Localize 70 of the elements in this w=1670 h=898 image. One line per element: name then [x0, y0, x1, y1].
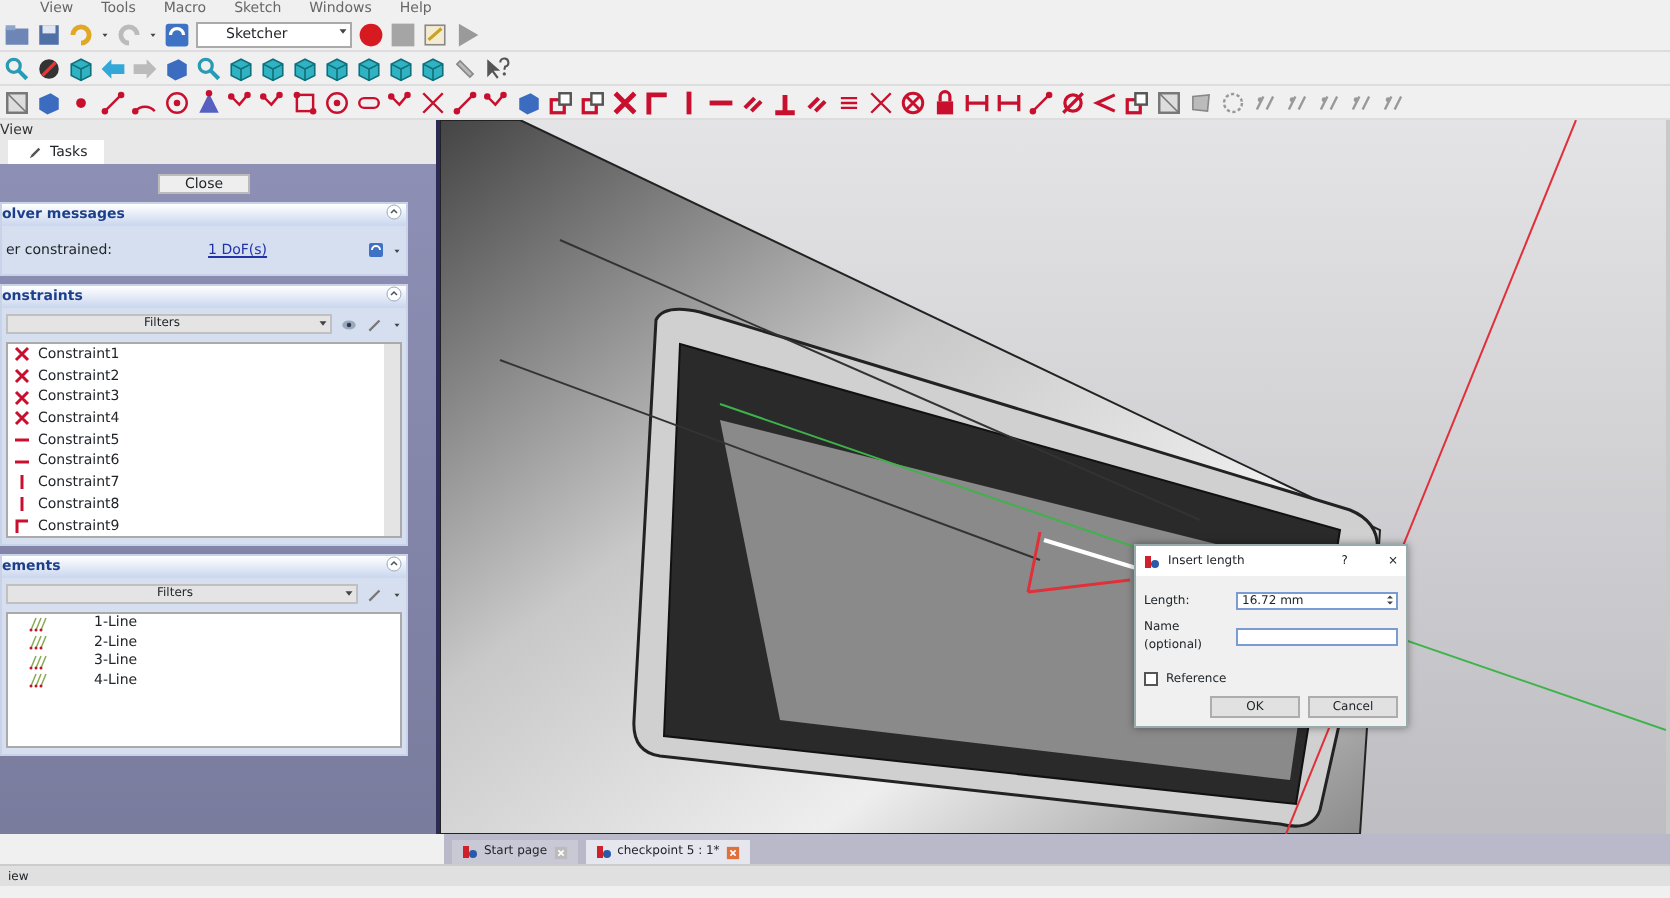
- coincident-icon[interactable]: [612, 89, 638, 115]
- collapse-toggle-icon[interactable]: [386, 204, 402, 220]
- close-tab-icon[interactable]: [725, 845, 740, 859]
- no-entry-icon[interactable]: [36, 55, 62, 81]
- line-icon[interactable]: [1028, 89, 1054, 115]
- box-icon[interactable]: [36, 89, 62, 115]
- coincident-icon: [14, 389, 30, 406]
- app-logo-icon: [595, 844, 612, 860]
- trim-icon[interactable]: [420, 89, 446, 115]
- collapse-toggle-icon[interactable]: [386, 556, 402, 573]
- box-icon[interactable]: [516, 89, 542, 115]
- block-icon[interactable]: [900, 89, 926, 115]
- caret-icon: [342, 586, 356, 601]
- collapse-toggle-icon[interactable]: [386, 286, 402, 302]
- caret-icon[interactable]: [100, 29, 110, 39]
- square-icon[interactable]: [4, 89, 30, 115]
- pencil-icon[interactable]: [366, 315, 384, 333]
- triangle-icon[interactable]: [196, 89, 222, 115]
- app-logo-icon: [462, 844, 478, 860]
- caret-icon: [336, 23, 350, 37]
- lock-icon[interactable]: [932, 89, 958, 115]
- cube-icon[interactable]: [228, 55, 254, 81]
- spin-arrows-icon: [1384, 594, 1396, 606]
- square-icon[interactable]: [1156, 89, 1182, 115]
- eye-icon[interactable]: [340, 315, 358, 333]
- cube-icon[interactable]: [420, 55, 446, 81]
- name-field[interactable]: [1236, 627, 1398, 645]
- coincident-icon: [14, 346, 30, 363]
- box-icon[interactable]: [164, 55, 190, 81]
- caret-icon[interactable]: [148, 29, 158, 39]
- app-logo-icon: [1144, 553, 1160, 569]
- cube-icon[interactable]: [292, 55, 318, 81]
- dimension-icon[interactable]: [996, 89, 1022, 115]
- diameter-icon[interactable]: [1060, 89, 1086, 115]
- trim-icon[interactable]: [868, 89, 894, 115]
- dimension-icon[interactable]: [964, 89, 990, 115]
- perpendicular-icon[interactable]: [772, 89, 798, 115]
- angle-icon[interactable]: [1092, 89, 1118, 115]
- zoom-icon[interactable]: [196, 55, 222, 81]
- caret-icon[interactable]: [392, 245, 402, 255]
- ruler-icon[interactable]: [452, 55, 478, 81]
- cube-icon[interactable]: [324, 55, 350, 81]
- corner-icon: [14, 517, 30, 534]
- caret-icon: [316, 316, 330, 330]
- coincident-icon: [14, 368, 30, 385]
- pencil-icon[interactable]: [366, 585, 384, 604]
- circle-icon[interactable]: [324, 89, 350, 115]
- caret-icon[interactable]: [392, 589, 402, 600]
- refresh-icon[interactable]: [368, 242, 384, 258]
- circle-icon[interactable]: [164, 89, 190, 115]
- coincident-icon: [14, 410, 30, 427]
- line-icon[interactable]: [100, 89, 126, 115]
- folder-icon[interactable]: [4, 21, 30, 47]
- pencil-icon: [28, 145, 42, 159]
- record-icon[interactable]: [358, 21, 384, 47]
- cube-icon[interactable]: [388, 55, 414, 81]
- help-cursor-icon[interactable]: [484, 55, 510, 81]
- edit-icon[interactable]: [422, 21, 448, 47]
- save-icon[interactable]: [36, 21, 62, 47]
- sketch-plane-icon[interactable]: [1188, 89, 1214, 115]
- corner-icon[interactable]: [644, 89, 670, 115]
- cube-icon[interactable]: [260, 55, 286, 81]
- line-icon[interactable]: [452, 89, 478, 115]
- refresh-icon[interactable]: [164, 21, 190, 47]
- scrollbar[interactable]: [384, 344, 400, 537]
- rectangle-icon[interactable]: [292, 89, 318, 115]
- cube-icon[interactable]: [68, 55, 94, 81]
- cube-icon[interactable]: [356, 55, 382, 81]
- dimension-marker: [1026, 530, 1132, 594]
- caret-icon[interactable]: [392, 319, 402, 329]
